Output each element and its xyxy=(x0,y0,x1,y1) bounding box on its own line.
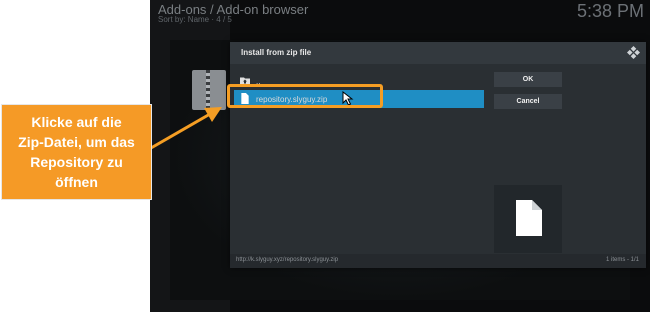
callout-line-2: Zip-Datei, um das xyxy=(18,134,135,150)
callout-line-4: öffnen xyxy=(55,174,98,190)
callout-line-1: Klicke auf die xyxy=(31,114,122,130)
callout-line-3: Repository zu xyxy=(30,154,123,170)
instruction-callout: Klicke auf die Zip-Datei, um das Reposit… xyxy=(1,104,152,200)
